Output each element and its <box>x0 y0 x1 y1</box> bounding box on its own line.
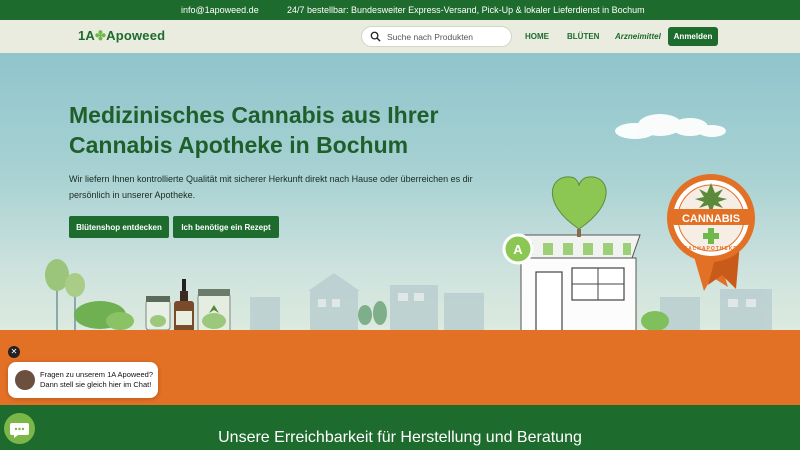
prescription-button[interactable]: Ich benötige ein Rezept <box>173 216 279 238</box>
search-box[interactable] <box>361 26 512 47</box>
site-header: 1A✤Apoweed HOME BLÜTEN Arzneimittel Anme… <box>0 20 800 53</box>
logo-text-apoweed: Apoweed <box>106 28 166 43</box>
chat-line-2: Dann stell sie gleich hier im Chat! <box>40 380 152 389</box>
badge-sublabel: FACHAPOTHEKE <box>684 246 738 252</box>
search-icon <box>370 31 381 42</box>
availability-section: Unsere Erreichbarkeit für Herstellung un… <box>0 405 800 450</box>
hero-section: A Medizinisches Cannabis aus Ihrer Canna… <box>0 53 800 330</box>
clover-icon: ✤ <box>95 28 107 43</box>
nav-blueten[interactable]: BLÜTEN <box>567 32 599 41</box>
chat-close-button[interactable]: ✕ <box>8 346 20 358</box>
chat-open-button[interactable] <box>4 413 35 444</box>
site-logo[interactable]: 1A✤Apoweed <box>78 28 165 44</box>
hero-description: Wir liefern Ihnen kontrollierte Qualität… <box>69 174 473 200</box>
search-input[interactable] <box>387 31 507 42</box>
contact-email-link[interactable]: info@1apoweed.de <box>181 5 259 15</box>
chat-icon <box>10 423 29 438</box>
nav-home[interactable]: HOME <box>525 32 549 41</box>
top-bar: info@1apoweed.de 24/7 bestellbar: Bundes… <box>0 0 800 20</box>
login-button[interactable]: Anmelden <box>668 27 718 46</box>
cannabis-badge: CANNABIS <box>673 209 749 227</box>
shipping-message: 24/7 bestellbar: Bundesweiter Express-Ve… <box>287 5 645 15</box>
availability-heading: Unsere Erreichbarkeit für Herstellung un… <box>218 429 582 446</box>
logo-text-1a: 1A <box>78 28 96 43</box>
badge-label: CANNABIS <box>681 213 741 225</box>
chat-prompt[interactable]: Fragen zu unserem 1A Apoweed? Dann stell… <box>8 362 158 398</box>
chat-prompt-text: Fragen zu unserem 1A Apoweed? Dann stell… <box>40 370 155 390</box>
hero-title: Medizinisches Cannabis aus Ihrer Cannabi… <box>69 102 439 158</box>
avatar <box>15 370 35 390</box>
shop-button[interactable]: Blütenshop entdecken <box>69 216 169 238</box>
nav-arzneimittel[interactable]: Arzneimittel <box>615 32 661 41</box>
svg-text:A: A <box>513 242 523 257</box>
chat-line-1: Fragen zu unserem 1A Apoweed? <box>40 370 153 379</box>
